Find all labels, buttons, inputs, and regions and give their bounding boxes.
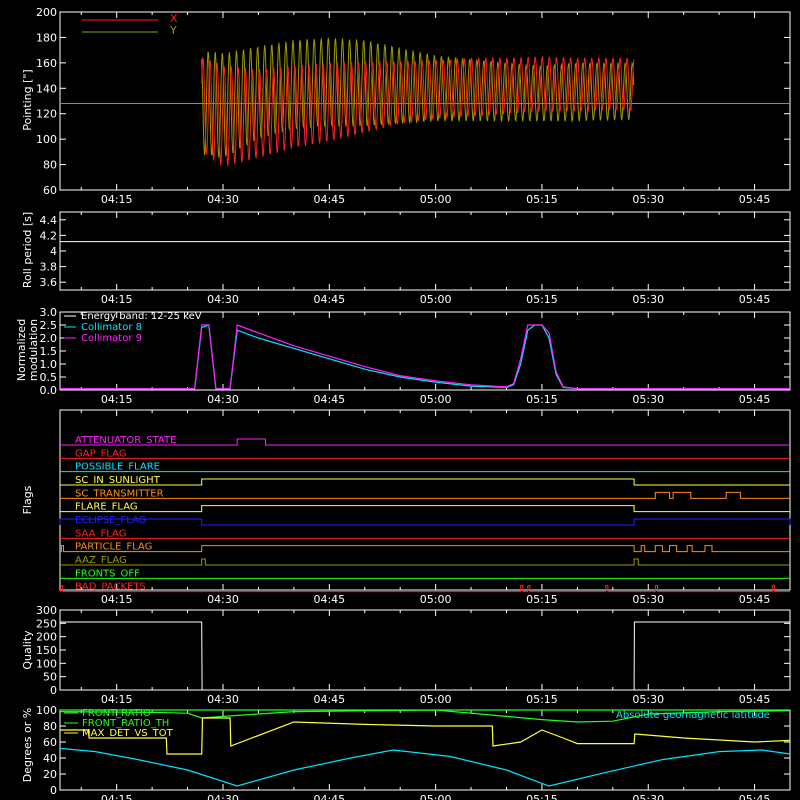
y-tick-label: 0.5 [40, 371, 58, 384]
x-tick-label: 04:15 [101, 393, 133, 406]
y-tick-label: 3.8 [40, 261, 58, 274]
x-tick-label: 05:00 [420, 693, 452, 706]
legend-label: Collimator 9 [81, 333, 142, 344]
y-tick-label: 180 [36, 31, 57, 44]
y-tick-label: 100 [36, 133, 57, 146]
y-tick-label: 300 [36, 604, 57, 617]
x-tick-label: 05:30 [632, 193, 664, 206]
x-tick-label: 04:45 [313, 193, 345, 206]
x-tick-label: 05:30 [632, 693, 664, 706]
x-tick-label: 04:30 [207, 393, 239, 406]
y-tick-label: 2.0 [40, 332, 58, 345]
x-tick-label: 05:45 [739, 393, 771, 406]
x-tick-label: 05:30 [632, 393, 664, 406]
x-tick-label: 04:45 [313, 393, 345, 406]
x-tick-label: 05:45 [739, 793, 771, 800]
y-tick-label: 0.0 [40, 384, 58, 397]
flag-label: AAZ_FLAG [75, 555, 127, 566]
legend-label: Energy band: 12-25 keV [81, 311, 202, 322]
y-tick-label: 1.0 [40, 358, 58, 371]
x-tick-label: 04:45 [313, 793, 345, 800]
y-tick-label: 140 [36, 82, 57, 95]
flag-label: ATTENUATOR_STATE [75, 435, 176, 446]
y-tick-label: 250 [36, 617, 57, 630]
y-tick-label: 50 [43, 671, 57, 684]
x-tick-label: 04:15 [101, 293, 133, 306]
legend-label: MAX_DET_VS_TOT [82, 728, 174, 739]
x-tick-label: 05:00 [420, 193, 452, 206]
y-tick-label: 80 [43, 720, 57, 733]
x-tick-label: 04:45 [313, 293, 345, 306]
x-tick-label: 04:30 [207, 193, 239, 206]
x-tick-label: 04:15 [101, 793, 133, 800]
y-tick-label: 160 [36, 57, 57, 70]
flag-label: FLARE_FLAG [75, 502, 138, 513]
flag-label: POSSIBLE_FLARE [75, 462, 160, 473]
x-tick-label: 04:45 [313, 693, 345, 706]
flag-label: GAP_FLAG [75, 448, 127, 459]
x-tick-label: 04:30 [207, 693, 239, 706]
y-tick-label: 120 [36, 108, 57, 121]
y-tick-label: 1.5 [40, 345, 58, 358]
x-tick-label: 05:45 [739, 693, 771, 706]
x-tick-label: 05:30 [632, 593, 664, 606]
x-tick-label: 05:30 [632, 793, 664, 800]
flag-label: PARTICLE_FLAG [75, 542, 152, 553]
y-tick-label: 0 [50, 684, 57, 697]
x-tick-label: 04:15 [101, 193, 133, 206]
y-tick-label: 3.6 [40, 276, 58, 289]
x-tick-label: 04:30 [207, 293, 239, 306]
x-tick-label: 05:45 [739, 593, 771, 606]
y-tick-label: 2.5 [40, 319, 58, 332]
x-tick-label: 05:15 [526, 693, 558, 706]
y-tick-label: 60 [43, 736, 57, 749]
x-tick-label: 05:00 [420, 593, 452, 606]
flag-label: SAA_FLAG [75, 528, 126, 539]
y-tick-label: 60 [43, 184, 57, 197]
x-tick-label: 05:15 [526, 393, 558, 406]
y-tick-label: 0 [50, 784, 57, 797]
x-tick-label: 05:15 [526, 193, 558, 206]
y-tick-label: 200 [36, 631, 57, 644]
y-tick-label: 20 [43, 768, 57, 781]
x-tick-label: 05:00 [420, 793, 452, 800]
y-tick-label: 100 [36, 704, 57, 717]
x-tick-label: 04:45 [313, 593, 345, 606]
x-tick-label: 04:30 [207, 593, 239, 606]
x-tick-label: 04:15 [101, 593, 133, 606]
y-tick-label: 200 [36, 6, 57, 19]
x-tick-label: 05:30 [632, 293, 664, 306]
y-tick-label: 100 [36, 657, 57, 670]
stacked-time-series-figure: 04:15 04:30 04:45 05:00 05:15 05:30 05:45 60 80 1… [0, 0, 800, 800]
y-tick-label: 150 [36, 644, 57, 657]
flag-label: SC_IN_SUNLIGHT [75, 475, 161, 486]
x-tick-label: 05:45 [739, 293, 771, 306]
x-tick-label: 05:45 [739, 193, 771, 206]
x-tick-label: 05:15 [526, 793, 558, 800]
flag-label: BAD_PACKETS [75, 582, 146, 593]
legend-label: Collimator 8 [81, 322, 142, 333]
flag-label: FRONTS_OFF [75, 568, 140, 579]
x-tick-label: 05:15 [526, 593, 558, 606]
y-tick-label: 3.0 [40, 306, 58, 319]
legend-label: Y [169, 24, 177, 37]
x-tick-label: 04:30 [207, 793, 239, 800]
flag-label: SC_TRANSMITTER [75, 488, 164, 499]
y-tick-label: 4.4 [40, 214, 58, 227]
y-tick-label: 4.2 [40, 229, 58, 242]
y-tick-label: 4 [50, 245, 57, 258]
legend-label: Absolute geomagnetic latitude [616, 710, 770, 721]
x-tick-label: 05:15 [526, 293, 558, 306]
x-tick-label: 05:00 [420, 293, 452, 306]
y-tick-label: 40 [43, 752, 57, 765]
y-tick-label: 80 [43, 159, 57, 172]
x-tick-label: 04:15 [101, 693, 133, 706]
x-tick-label: 05:00 [420, 393, 452, 406]
flag-label: ECLIPSE_FLAG [75, 515, 146, 526]
